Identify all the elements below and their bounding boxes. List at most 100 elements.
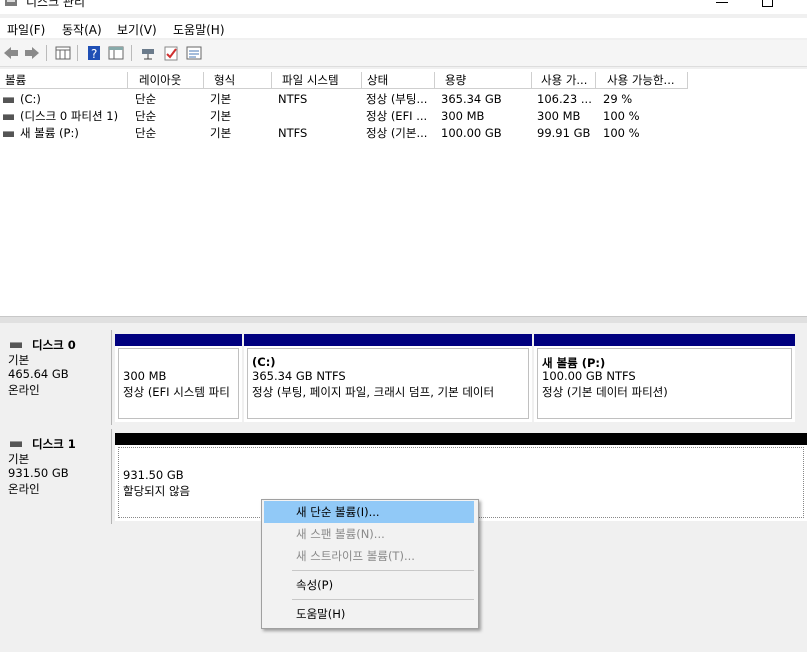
cell-layout: 단순 (135, 109, 157, 123)
menu-action[interactable]: 동작(A) (62, 21, 102, 38)
cell-free-space: 99.91 GB (537, 126, 591, 140)
maximize-button[interactable] (762, 0, 773, 7)
column-header-free-space[interactable]: 사용 가... (532, 72, 596, 89)
menu-item-new-simple-volume[interactable]: 새 단순 볼륨(I)... (264, 501, 474, 523)
disk-1-label[interactable]: 디스크 1 기본 931.50 GB 온라인 (0, 429, 112, 524)
table-row[interactable]: (C:) 단순 기본 NTFS 정상 (부팅... 365.34 GB 106.… (0, 91, 807, 108)
menu-bar: 파일(F) 동작(A) 보기(V) 도움말(H) (0, 18, 807, 38)
partition-bar (115, 433, 807, 445)
column-header-layout[interactable]: 레이아웃 (128, 72, 204, 89)
partition-title: (C:) (252, 355, 276, 369)
partition-efi[interactable]: 300 MB 정상 (EFI 시스템 파티 (115, 334, 242, 422)
volume-list-header: 볼륨 레이아웃 형식 파일 시스템 상태 용량 사용 가... 사용 가능한..… (0, 72, 807, 90)
disk-state: 온라인 (8, 482, 40, 496)
disk-0-label[interactable]: 디스크 0 기본 465.64 GB 온라인 (0, 330, 112, 425)
cell-file-system: NTFS (278, 126, 308, 140)
menu-item-label: 도움말(H) (296, 607, 346, 621)
table-row[interactable]: 새 볼륨 (P:) 단순 기본 NTFS 정상 (기본... 100.00 GB… (0, 125, 807, 142)
menu-item-label: 새 스팬 볼륨(N)... (296, 527, 385, 541)
toolbar-separator (131, 45, 132, 61)
menu-item-label: 새 단순 볼륨(I)... (296, 505, 380, 519)
column-header-type[interactable]: 형식 (204, 72, 272, 89)
forward-arrow-icon[interactable] (23, 44, 41, 62)
toolbar-separator (77, 45, 78, 61)
partition-size: 100.00 GB NTFS (542, 369, 636, 383)
cell-volume: 새 볼륨 (P:) (20, 126, 79, 140)
disk-icon (10, 342, 22, 348)
disk-size: 465.64 GB (8, 367, 69, 381)
cell-volume: (C:) (20, 92, 41, 106)
cell-volume: (디스크 0 파티션 1) (20, 109, 119, 123)
cell-free-space: 106.23 ... (537, 92, 592, 106)
partition-bar (244, 334, 532, 346)
cell-status: 정상 (기본... (366, 126, 428, 140)
partition-size: 365.34 GB NTFS (252, 369, 346, 383)
context-menu: 새 단순 볼륨(I)... 새 스팬 볼륨(N)... 새 스트라이프 볼륨(T… (261, 499, 479, 629)
table-row[interactable]: (디스크 0 파티션 1) 단순 기본 정상 (EFI ... 300 MB 3… (0, 108, 807, 125)
partition-size: 931.50 GB (123, 468, 186, 482)
cell-type: 기본 (210, 126, 232, 140)
cell-type: 기본 (210, 109, 232, 123)
menu-item-label: 새 스트라이프 볼륨(T)... (296, 549, 415, 563)
column-header-volume[interactable]: 볼륨 (0, 72, 128, 89)
partition-bar (534, 334, 795, 346)
minimize-button[interactable] (716, 0, 728, 3)
menu-item-label: 속성(P) (296, 578, 334, 592)
column-header-percent-free[interactable]: 사용 가능한... (596, 72, 688, 89)
partition-body: 새 볼륨 (P:) 100.00 GB NTFS 정상 (기본 데이터 파티션) (537, 348, 792, 419)
cell-status: 정상 (EFI ... (366, 109, 428, 123)
partition-body: (C:) 365.34 GB NTFS 정상 (부팅, 페이지 파일, 크래시 … (247, 348, 529, 419)
partition-body: 300 MB 정상 (EFI 시스템 파티 (118, 348, 239, 419)
cell-capacity: 365.34 GB (441, 92, 502, 106)
menu-item-new-striped-volume[interactable]: 새 스트라이프 볼륨(T)... (264, 545, 474, 567)
toolbar-separator (46, 45, 47, 61)
partition-status: 정상 (기본 데이터 파티션) (542, 385, 668, 399)
svg-text:?: ? (91, 47, 97, 61)
partition-status: 정상 (부팅, 페이지 파일, 크래시 덤프, 기본 데이터 (252, 385, 495, 399)
column-header-capacity[interactable]: 용량 (435, 72, 532, 89)
column-header-status[interactable]: 상태 (362, 72, 435, 89)
cell-layout: 단순 (135, 92, 157, 106)
cell-percent-free: 100 % (603, 109, 640, 123)
disk-name: 디스크 0 (32, 338, 76, 352)
menu-help[interactable]: 도움말(H) (173, 21, 225, 38)
menu-item-new-spanned-volume[interactable]: 새 스팬 볼륨(N)... (264, 523, 474, 545)
volume-icon (3, 131, 14, 137)
disk-management-icon (4, 0, 18, 8)
cell-capacity: 100.00 GB (441, 126, 502, 140)
properties-grid-icon[interactable] (54, 44, 72, 62)
cell-layout: 단순 (135, 126, 157, 140)
menu-separator (292, 570, 474, 571)
back-arrow-icon[interactable] (2, 44, 20, 62)
disk-kind: 기본 (8, 353, 30, 367)
partition-status: 할당되지 않음 (123, 483, 193, 499)
menu-separator (292, 599, 474, 600)
menu-view[interactable]: 보기(V) (117, 21, 157, 38)
disk-state: 온라인 (8, 383, 40, 397)
list-icon[interactable] (185, 44, 203, 62)
cell-file-system: NTFS (278, 92, 308, 106)
cell-free-space: 300 MB (537, 109, 581, 123)
disk-name: 디스크 1 (32, 437, 76, 451)
partition-size: 300 MB (123, 369, 167, 383)
disk-icon (10, 441, 22, 447)
partition-status: 정상 (EFI 시스템 파티 (123, 385, 230, 399)
title-bar: 디스크 관리 (0, 0, 807, 14)
toolbar: ? (0, 40, 807, 67)
disk-size: 931.50 GB (8, 466, 69, 480)
cell-percent-free: 29 % (603, 92, 633, 106)
partition-c[interactable]: (C:) 365.34 GB NTFS 정상 (부팅, 페이지 파일, 크래시 … (244, 334, 532, 422)
disk-connect-icon[interactable] (139, 44, 157, 62)
help-icon[interactable]: ? (85, 44, 103, 62)
column-header-file-system[interactable]: 파일 시스템 (272, 72, 362, 89)
panel-icon[interactable] (107, 44, 125, 62)
cell-status: 정상 (부팅... (366, 92, 428, 106)
volume-icon (3, 114, 14, 120)
window-title: 디스크 관리 (26, 0, 86, 9)
partition-p[interactable]: 새 볼륨 (P:) 100.00 GB NTFS 정상 (기본 데이터 파티션) (534, 334, 795, 422)
check-icon[interactable] (162, 44, 180, 62)
menu-item-help[interactable]: 도움말(H) (264, 603, 474, 625)
menu-file[interactable]: 파일(F) (7, 21, 45, 38)
cell-capacity: 300 MB (441, 109, 485, 123)
menu-item-properties[interactable]: 속성(P) (264, 574, 474, 596)
